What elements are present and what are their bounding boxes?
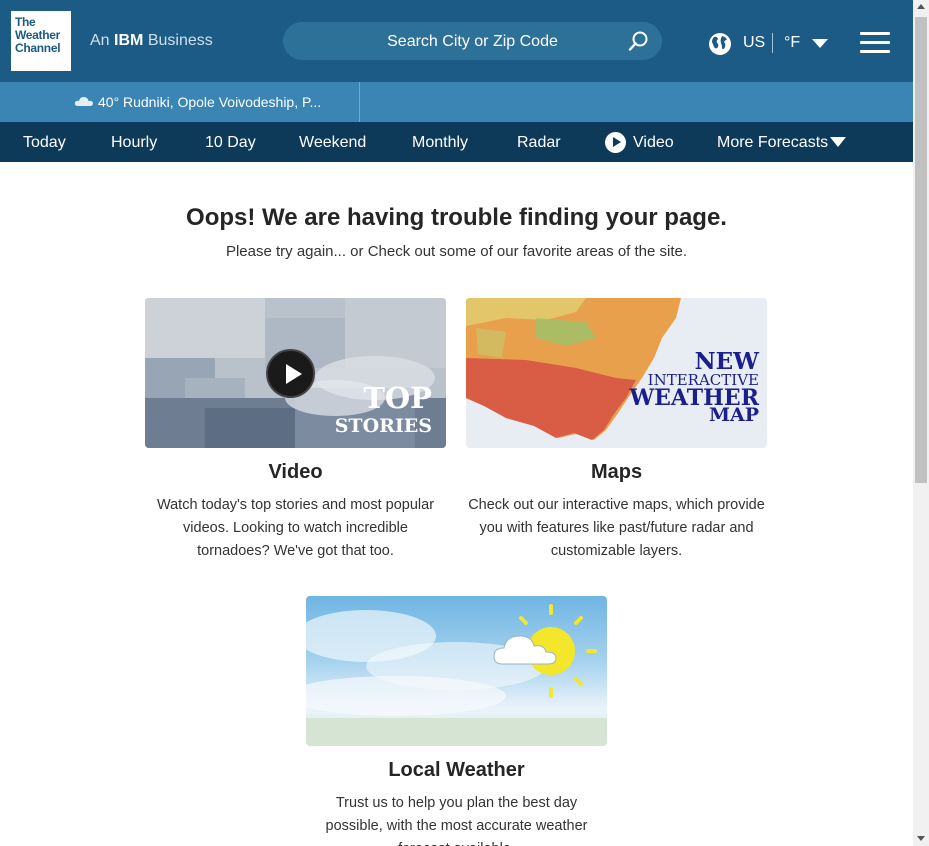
video-play-icon[interactable] <box>266 349 315 398</box>
logo-line-3: Channel <box>15 41 61 55</box>
page: The Weather Channel An IBM Business Sear… <box>0 0 913 846</box>
menu-bar <box>860 50 890 53</box>
menu-bar <box>860 41 890 44</box>
error-title: Oops! We are having trouble finding your… <box>186 204 727 231</box>
more-forecasts-caret-icon[interactable] <box>830 137 846 147</box>
recent-locations-bar: 40° Rudniki, Opole Voivodeship, P... <box>0 82 913 122</box>
locale-selector[interactable]: US <box>743 34 765 52</box>
nav-video[interactable]: Video <box>633 134 674 152</box>
weather-channel-logo[interactable]: The Weather Channel <box>11 11 71 71</box>
sky-illustration <box>306 604 607 746</box>
nav-more-forecasts[interactable]: More Forecasts <box>717 134 828 152</box>
local-weather-thumbnail[interactable] <box>306 596 607 746</box>
scroll-up-icon[interactable] <box>917 4 925 9</box>
card-description-video: Watch today's top stories and most popul… <box>156 497 435 559</box>
nav-monthly[interactable]: Monthly <box>412 134 468 152</box>
menu-bar <box>860 32 890 35</box>
location-temperature: 40° <box>98 94 120 110</box>
page-scrollbar[interactable] <box>913 0 929 846</box>
globe-icon[interactable] <box>708 32 732 56</box>
locale-divider <box>772 33 773 53</box>
header: The Weather Channel An IBM Business Sear… <box>0 0 913 82</box>
caret-down-icon[interactable] <box>812 39 828 48</box>
nav-today[interactable]: Today <box>23 134 66 152</box>
card-description-local-weather: Trust us to help you plan the best day p… <box>325 795 588 846</box>
tagline-suffix: Business <box>147 32 213 49</box>
scroll-down-icon[interactable] <box>917 836 925 841</box>
search-icon[interactable] <box>628 30 650 52</box>
card-title-local-weather[interactable]: Local Weather <box>306 759 607 782</box>
thumbnail-text-stories: STORIES <box>334 415 432 437</box>
search-placeholder: Search City or Zip Code <box>387 33 558 50</box>
unit-selector[interactable]: °F <box>784 34 800 52</box>
card-description-maps: Check out our interactive maps, which pr… <box>468 497 765 559</box>
play-icon[interactable] <box>605 132 626 153</box>
card-title-maps[interactable]: Maps <box>466 461 767 484</box>
card-maps[interactable]: NEW INTERACTIVE WEATHER MAP Maps Check o… <box>466 298 767 568</box>
thumbnail-text-map: MAP <box>708 404 759 426</box>
card-local-weather[interactable]: Local Weather Trust us to help you plan … <box>306 596 607 846</box>
nav-hourly[interactable]: Hourly <box>111 134 157 152</box>
nav-radar[interactable]: Radar <box>517 134 561 152</box>
card-title-video[interactable]: Video <box>145 461 446 484</box>
error-subtitle: Please try again... or Check out some of… <box>225 243 688 260</box>
card-video[interactable]: TOP STORIES Video Watch today's top stor… <box>145 298 446 568</box>
nav-10-day[interactable]: 10 Day <box>205 134 256 152</box>
tagline-prefix: An <box>90 32 110 49</box>
video-thumbnail[interactable]: TOP STORIES <box>145 298 446 448</box>
search-input[interactable]: Search City or Zip Code <box>283 22 662 60</box>
cloud-icon <box>74 96 93 106</box>
tagline-brand: IBM <box>114 32 144 49</box>
main-nav: Today Hourly 10 Day Weekend Monthly Rada… <box>0 122 913 162</box>
maps-thumbnail[interactable]: NEW INTERACTIVE WEATHER MAP <box>466 298 767 448</box>
recent-location-item[interactable]: 40° Rudniki, Opole Voivodeship, P... <box>0 82 360 122</box>
nav-weekend[interactable]: Weekend <box>299 134 366 152</box>
thumbnail-text-top: TOP <box>363 381 432 415</box>
scroll-thumb[interactable] <box>915 17 927 483</box>
location-name: Rudniki, Opole Voivodeship, P... <box>123 94 322 110</box>
ibm-tagline: An IBM Business <box>90 32 213 50</box>
hamburger-menu-icon[interactable] <box>860 32 890 53</box>
